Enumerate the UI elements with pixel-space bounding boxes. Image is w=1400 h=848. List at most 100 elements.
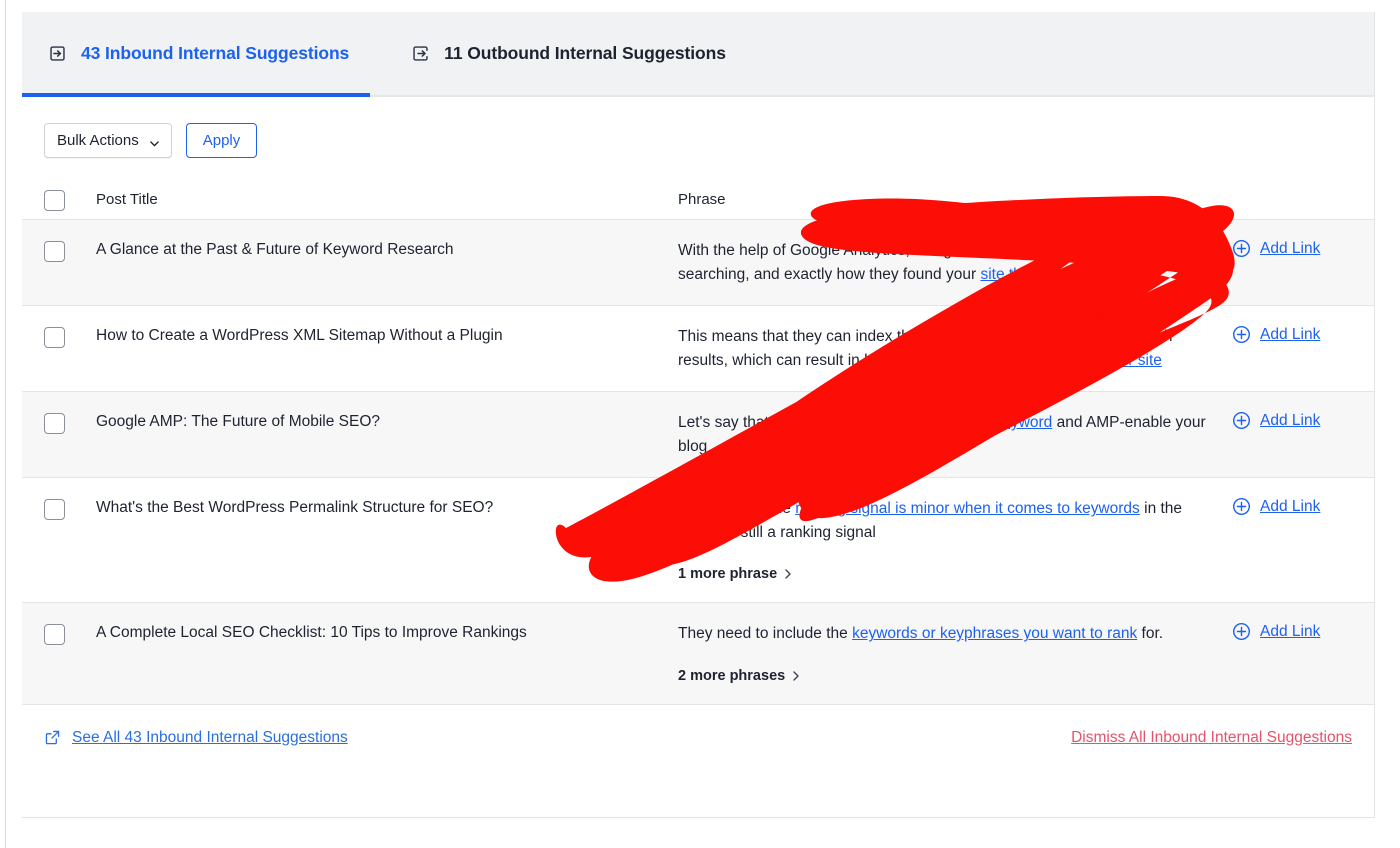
add-link-button[interactable]: Add Link (1232, 411, 1320, 430)
arrow-into-box-icon (48, 44, 67, 63)
tab-outbound-internal-suggestions[interactable]: 11 Outbound Internal Suggestions (375, 11, 752, 96)
row-checkbox[interactable] (44, 241, 65, 262)
add-link-button[interactable]: Add Link (1232, 325, 1320, 344)
plus-circle-icon (1232, 411, 1251, 430)
add-link-button[interactable]: Add Link (1232, 497, 1320, 516)
tab-outbound-label: 11 Outbound Internal Suggestions (444, 43, 726, 63)
phrase-text: Even though the ranking signal is minor … (678, 497, 1214, 544)
add-link-button[interactable]: Add Link (1232, 622, 1320, 641)
tab-inbound-internal-suggestions[interactable]: 43 Inbound Internal Suggestions (48, 11, 375, 96)
bulk-actions-select[interactable]: Bulk Actions (44, 123, 172, 158)
screen: 43 Inbound Internal Suggestions 11 Outbo… (0, 0, 1400, 848)
row-select-cell (44, 239, 96, 286)
row-action-cell: Add Link (1232, 622, 1374, 685)
row-action-cell: Add Link (1232, 325, 1374, 372)
tab-bar: 43 Inbound Internal Suggestions 11 Outbo… (22, 12, 1374, 97)
row-action-cell: Add Link (1232, 411, 1374, 458)
phrase-text: Let's say that you want to rank for a pa… (678, 411, 1214, 458)
phrase-segment: With the help of Google Analytics, Googl… (678, 242, 1019, 259)
page-left-rule (5, 0, 6, 848)
row-phrase-cell: Even though the ranking signal is minor … (678, 497, 1232, 583)
add-link-label: Add Link (1260, 411, 1321, 429)
more-phrases-label: 1 more phrase (678, 566, 778, 583)
row-select-cell (44, 325, 96, 372)
header-post-title-cell: Post Title (96, 191, 678, 209)
table-row: A Glance at the Past & Future of Keyword… (22, 220, 1374, 307)
select-all-checkbox[interactable] (44, 190, 65, 211)
row-action-cell: Add Link (1232, 497, 1374, 583)
tab-inbound-label: 43 Inbound Internal Suggestions (81, 43, 350, 63)
plus-circle-icon (1232, 239, 1251, 258)
chevron-right-icon (792, 670, 800, 682)
post-title: What's the Best WordPress Permalink Stru… (96, 499, 494, 517)
table-footer: See All 43 Inbound Internal Suggestions … (22, 704, 1374, 771)
add-link-label: Add Link (1260, 497, 1321, 515)
add-link-label: Add Link (1260, 622, 1321, 640)
row-checkbox[interactable] (44, 499, 65, 521)
row-post-title-cell: Google AMP: The Future of Mobile SEO? (96, 411, 678, 458)
phrase-segment: Let's say that you want to (678, 414, 857, 432)
row-post-title-cell: A Complete Local SEO Checklist: 10 Tips … (96, 622, 678, 685)
bulk-actions-toolbar: Bulk Actions Apply (22, 97, 1374, 180)
phrase-text: This means that they can index the conte… (678, 325, 1214, 372)
add-link-label: Add Link (1260, 325, 1321, 343)
more-phrases-label: 2 more phrases (678, 667, 786, 684)
row-phrase-cell: With the help of Google Analytics, Googl… (678, 239, 1232, 286)
table-row: How to Create a WordPress XML Sitemap Wi… (22, 306, 1374, 393)
row-phrase-cell: This means that they can index the conte… (678, 325, 1232, 372)
phrase-link[interactable]: rankings and more traffic to your site (911, 352, 1161, 369)
plus-circle-icon (1232, 622, 1251, 641)
row-checkbox[interactable] (44, 327, 65, 349)
post-title: How to Create a WordPress XML Sitemap Wi… (96, 327, 503, 345)
phrase-segment: for. (1137, 625, 1164, 643)
phrase-text: With the help of Google Analytics, Googl… (678, 239, 1214, 286)
row-post-title-cell: A Glance at the Past & Future of Keyword… (96, 239, 678, 286)
row-post-title-cell: What's the Best WordPress Permalink Stru… (96, 497, 678, 583)
row-phrase-cell: They need to include the keywords or key… (678, 622, 1232, 685)
header-phrase-cell: Phrase (678, 191, 1232, 209)
phrase-text: They need to include the keywords or key… (678, 622, 1214, 646)
apply-button[interactable]: Apply (185, 123, 258, 158)
chevron-down-icon (149, 136, 160, 147)
internal-linking-suggestions-card: 43 Inbound Internal Suggestions 11 Outbo… (22, 12, 1375, 818)
more-phrases-toggle[interactable]: 2 more phrases (678, 668, 800, 684)
phrase-segment: They need to include the (678, 625, 853, 643)
arrow-out-of-box-icon (411, 44, 430, 63)
row-post-title-cell: How to Create a WordPress XML Sitemap Wi… (96, 325, 678, 372)
table-row: What's the Best WordPress Permalink Stru… (22, 478, 1374, 604)
row-phrase-cell: Let's say that you want to rank for a pa… (678, 411, 1232, 458)
row-checkbox[interactable] (44, 624, 65, 646)
post-title: Google AMP: The Future of Mobile SEO? (96, 413, 381, 431)
row-action-cell: Add Link (1232, 239, 1374, 286)
bulk-actions-selected-value: Bulk Actions (57, 132, 139, 149)
dismiss-all-suggestions-link[interactable]: Dismiss All Inbound Internal Suggestions (1071, 729, 1352, 747)
table-row: A Complete Local SEO Checklist: 10 Tips … (22, 603, 1374, 705)
see-all-suggestions-link[interactable]: See All 43 Inbound Internal Suggestions (44, 729, 348, 747)
row-select-cell (44, 497, 96, 583)
active-tab-indicator (22, 93, 370, 97)
add-link-label: Add Link (1260, 239, 1321, 257)
post-title: A Complete Local SEO Checklist: 10 Tips … (96, 624, 527, 642)
chevron-right-icon (784, 568, 792, 580)
post-title: A Glance at the Past & Future of Keyword… (96, 241, 454, 258)
header-select-all-cell (44, 188, 96, 211)
add-link-button[interactable]: Add Link (1232, 239, 1320, 258)
table-row: Google AMP: The Future of Mobile SEO? Le… (22, 392, 1374, 479)
phrase-link[interactable]: keywords or keyphrases you want to rank (852, 625, 1137, 642)
column-header-post-title: Post Title (96, 190, 158, 208)
phrase-segment: Even though the (678, 500, 796, 518)
row-select-cell (44, 622, 96, 685)
phrase-link[interactable]: ranking signal is minor when it comes to… (795, 500, 1140, 517)
row-checkbox[interactable] (44, 413, 65, 435)
phrase-link[interactable]: rank for a particular keyword (857, 414, 1053, 431)
table-header-row: Post Title Phrase (22, 180, 1374, 220)
row-select-cell (44, 411, 96, 458)
column-header-phrase: Phrase (678, 190, 726, 208)
see-all-label: See All 43 Inbound Internal Suggestions (72, 728, 348, 746)
phrase-link[interactable]: site through keywords (980, 266, 1131, 283)
more-phrases-toggle[interactable]: 1 more phrase (678, 566, 792, 582)
plus-circle-icon (1232, 325, 1251, 344)
suggestions-table: Post Title Phrase A Glance at the Past &… (22, 180, 1374, 817)
plus-circle-icon (1232, 497, 1251, 516)
external-link-icon (44, 729, 61, 746)
